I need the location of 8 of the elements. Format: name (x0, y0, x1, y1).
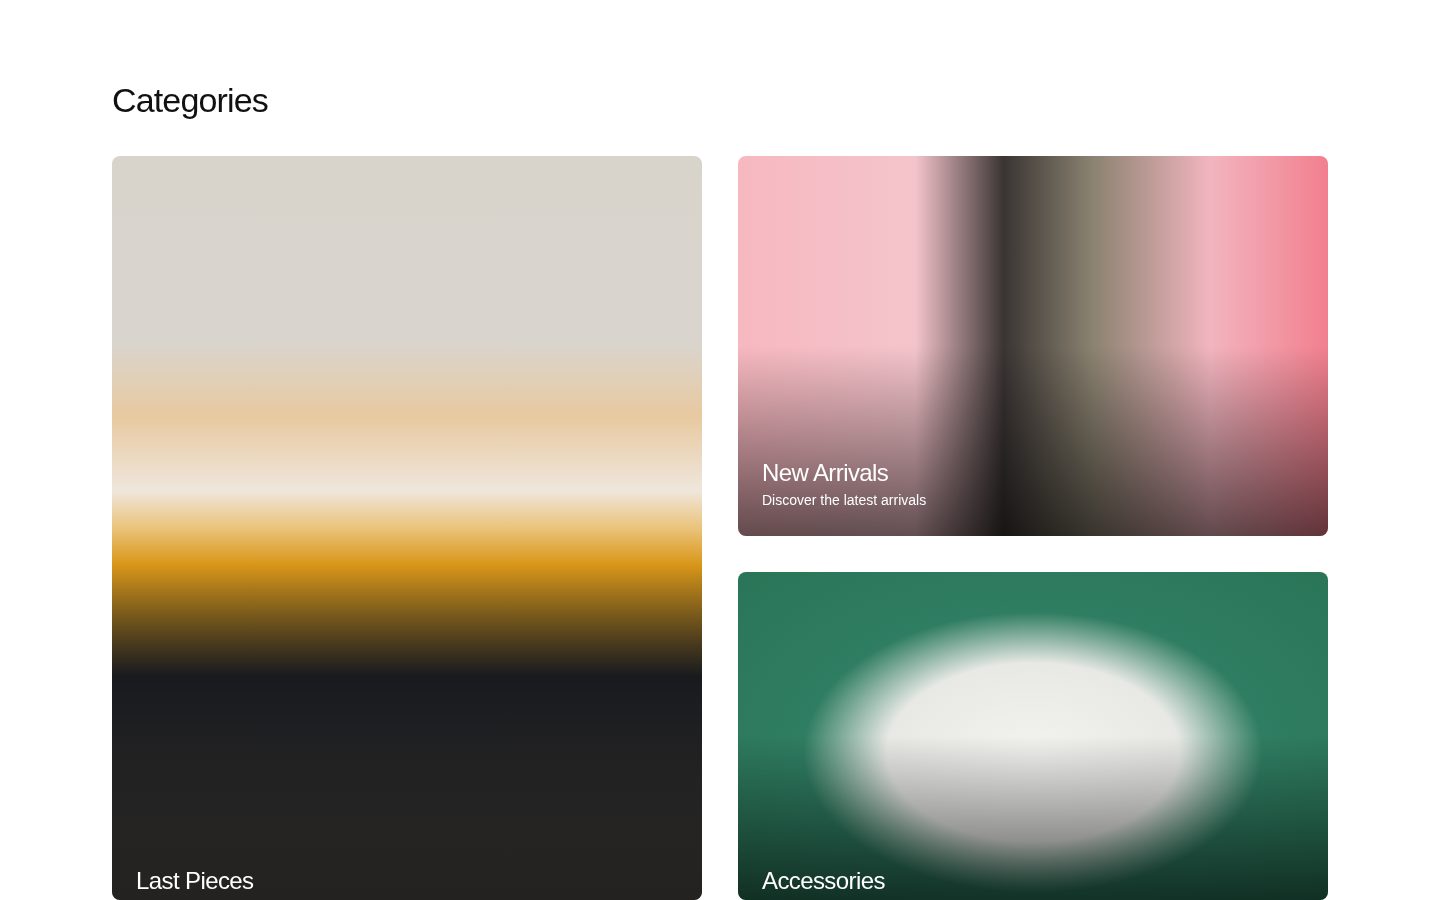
section-heading: Categories (112, 80, 269, 121)
category-subtitle: Discover the latest arrivals (762, 491, 927, 510)
category-title: New Arrivals (762, 458, 890, 488)
category-card[interactable]: Last Pieces (112, 156, 702, 900)
category-title: Last Pieces (136, 866, 254, 896)
category-card[interactable]: New Arrivals Discover the latest arrivals (738, 156, 1328, 536)
category-title: Accessories (762, 866, 885, 896)
category-card[interactable]: Accessories (738, 572, 1328, 900)
